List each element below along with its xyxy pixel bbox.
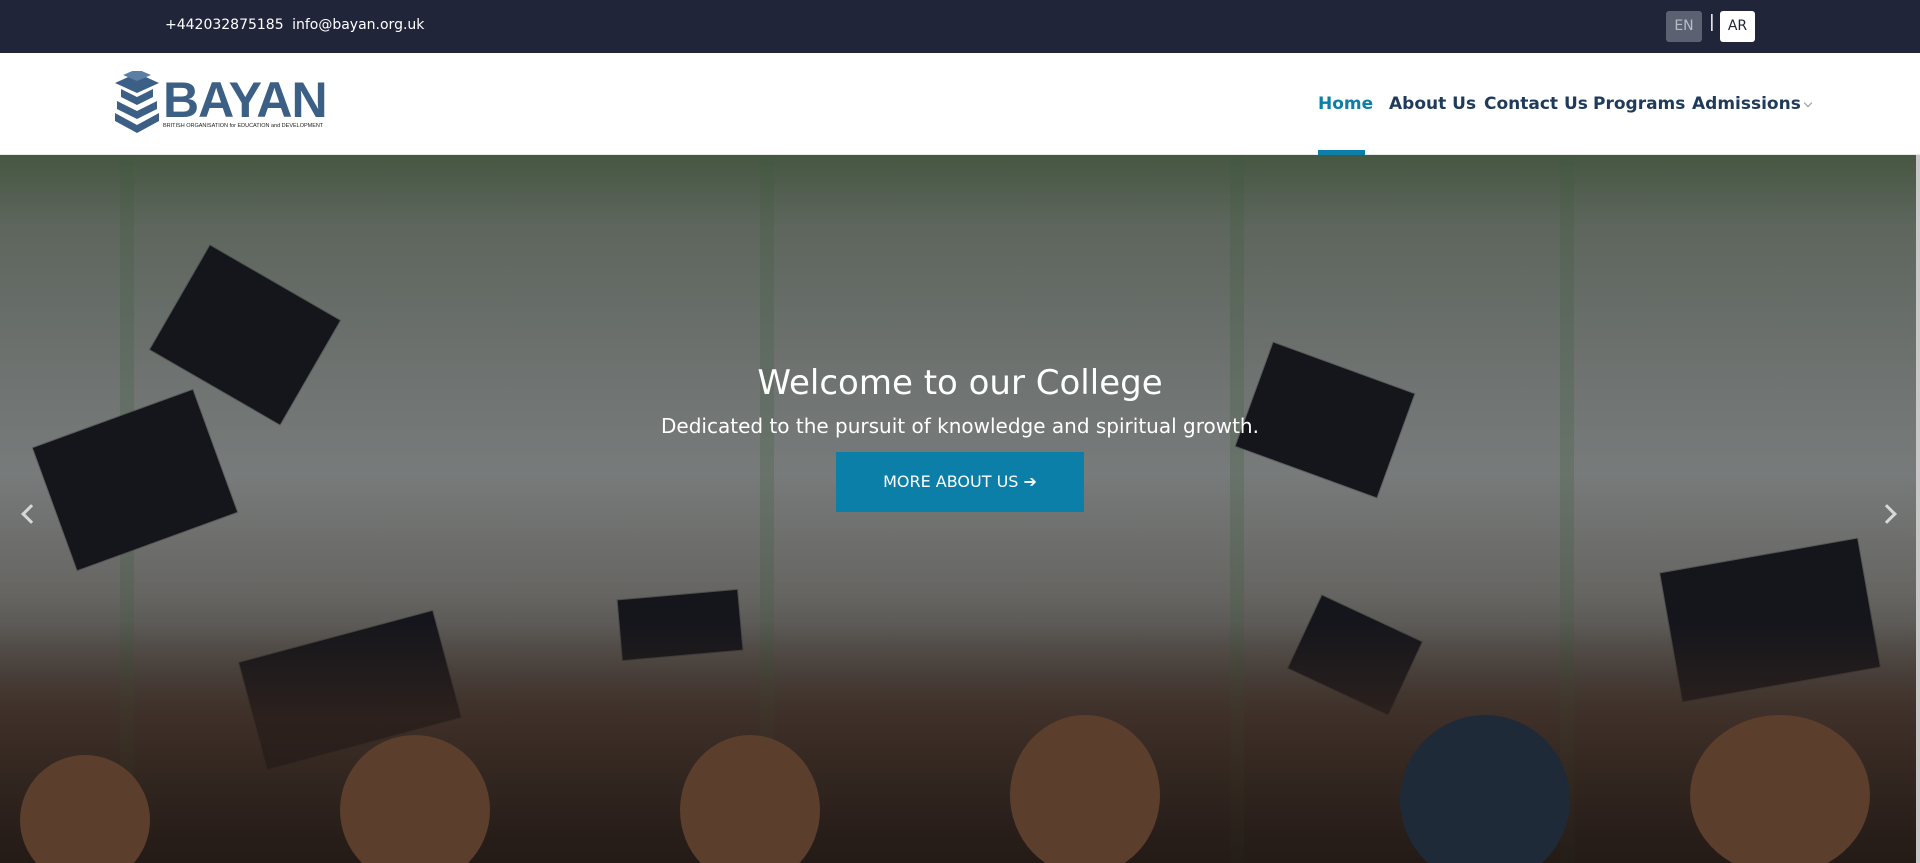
carousel-prev-icon[interactable] [21, 504, 41, 524]
nav-contact-us[interactable]: Contact Us [1484, 94, 1588, 114]
email-address[interactable]: info@bayan.org.uk [292, 17, 424, 33]
language-separator: | [1709, 12, 1715, 32]
more-about-us-button[interactable]: MORE ABOUT US ➔ [836, 452, 1084, 512]
logo-wordmark: BAYAN [163, 72, 328, 128]
hero-title: Welcome to our College [757, 363, 1163, 403]
logo-subtitle: BRITISH ORGANISATION for EDUCATION and D… [163, 123, 324, 129]
top-contact-bar: +442032875185 info@bayan.org.uk EN | AR [0, 0, 1920, 53]
site-logo[interactable]: BAYAN BRITISH ORGANISATION for EDUCATION… [113, 71, 328, 135]
page-scrollbar[interactable] [1916, 155, 1920, 863]
nav-admissions[interactable]: Admissions [1692, 94, 1813, 114]
nav-about-us[interactable]: About Us [1389, 94, 1476, 114]
phone-number[interactable]: +442032875185 [165, 17, 284, 33]
language-ar-button[interactable]: AR [1720, 11, 1755, 42]
nav-home[interactable]: Home [1318, 94, 1373, 114]
nav-admissions-label: Admissions [1692, 94, 1801, 114]
chevron-down-icon [1803, 98, 1813, 108]
contact-info: +442032875185 info@bayan.org.uk [165, 17, 424, 33]
carousel-next-icon[interactable] [1877, 504, 1897, 524]
mortarboard-logo-icon [115, 71, 159, 133]
hero-carousel: Welcome to our College Dedicated to the … [0, 155, 1920, 863]
site-header: BAYAN BRITISH ORGANISATION for EDUCATION… [0, 53, 1920, 155]
hero-subtitle: Dedicated to the pursuit of knowledge an… [661, 414, 1259, 438]
language-en-button[interactable]: EN [1666, 11, 1702, 42]
nav-programs[interactable]: Programs [1593, 94, 1685, 114]
